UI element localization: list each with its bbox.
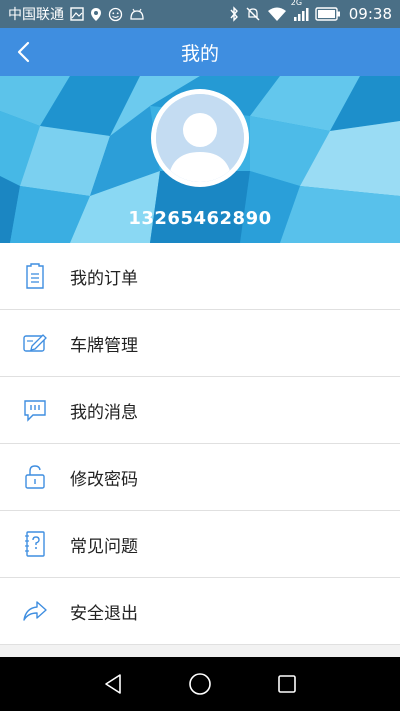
- signal-icon: 2G: [291, 0, 309, 21]
- nav-home-button[interactable]: [182, 666, 218, 702]
- face-icon: [108, 7, 123, 22]
- wifi-icon: [267, 6, 287, 22]
- menu-item-faq[interactable]: 常见问题: [0, 511, 400, 578]
- bluetooth-icon: [229, 6, 239, 22]
- mute-icon: [245, 6, 261, 22]
- chevron-left-icon: [17, 41, 30, 63]
- menu-item-plates[interactable]: 车牌管理: [0, 310, 400, 377]
- battery-icon: [315, 7, 341, 21]
- question-notebook-icon: [0, 531, 70, 557]
- android-icon: [129, 8, 145, 20]
- square-recents-icon: [277, 675, 296, 693]
- menu-item-label: 常见问题: [70, 536, 138, 557]
- clock: 09:38: [348, 5, 392, 23]
- message-bubble-icon: [0, 398, 70, 422]
- screen: 中国联通 2G 09:38 我的 13265462890 我的订单 车牌管理 我…: [0, 0, 400, 711]
- menu-item-logout[interactable]: 安全退出: [0, 578, 400, 645]
- back-button[interactable]: [8, 36, 40, 68]
- license-plate-edit-icon: [0, 332, 70, 354]
- profile-banner: 13265462890: [0, 76, 400, 243]
- triangle-back-icon: [105, 674, 122, 694]
- location-pin-icon: [90, 7, 102, 22]
- carrier-label: 中国联通: [8, 7, 64, 23]
- menu-item-label: 安全退出: [70, 603, 138, 624]
- unlock-icon: [0, 464, 70, 490]
- network-type-label: 2G: [290, 0, 303, 7]
- menu-item-label: 修改密码: [70, 469, 138, 490]
- menu-item-label: 车牌管理: [70, 335, 138, 356]
- user-phone-number: 13265462890: [128, 208, 272, 229]
- menu-item-label: 我的订单: [70, 268, 138, 289]
- share-arrow-icon: [0, 600, 70, 622]
- status-bar: 中国联通 2G 09:38: [0, 0, 400, 28]
- nav-back-button[interactable]: [95, 666, 131, 702]
- avatar[interactable]: [151, 89, 249, 187]
- menu-item-password[interactable]: 修改密码: [0, 444, 400, 511]
- image-icon: [70, 7, 84, 21]
- page-title: 我的: [180, 42, 219, 65]
- circle-home-icon: [189, 673, 211, 695]
- user-silhouette-icon: [156, 94, 244, 182]
- menu-item-messages[interactable]: 我的消息: [0, 377, 400, 444]
- nav-recents-button[interactable]: [269, 666, 305, 702]
- menu-item-label: 我的消息: [70, 402, 138, 423]
- order-list-icon: [0, 263, 70, 289]
- menu-list: 我的订单 车牌管理 我的消息 修改密码 常见问题 安全退出: [0, 243, 400, 645]
- avatar-image: [156, 94, 244, 182]
- menu-item-orders[interactable]: 我的订单: [0, 243, 400, 310]
- system-nav-bar: [0, 657, 400, 711]
- title-bar: 我的: [0, 28, 400, 76]
